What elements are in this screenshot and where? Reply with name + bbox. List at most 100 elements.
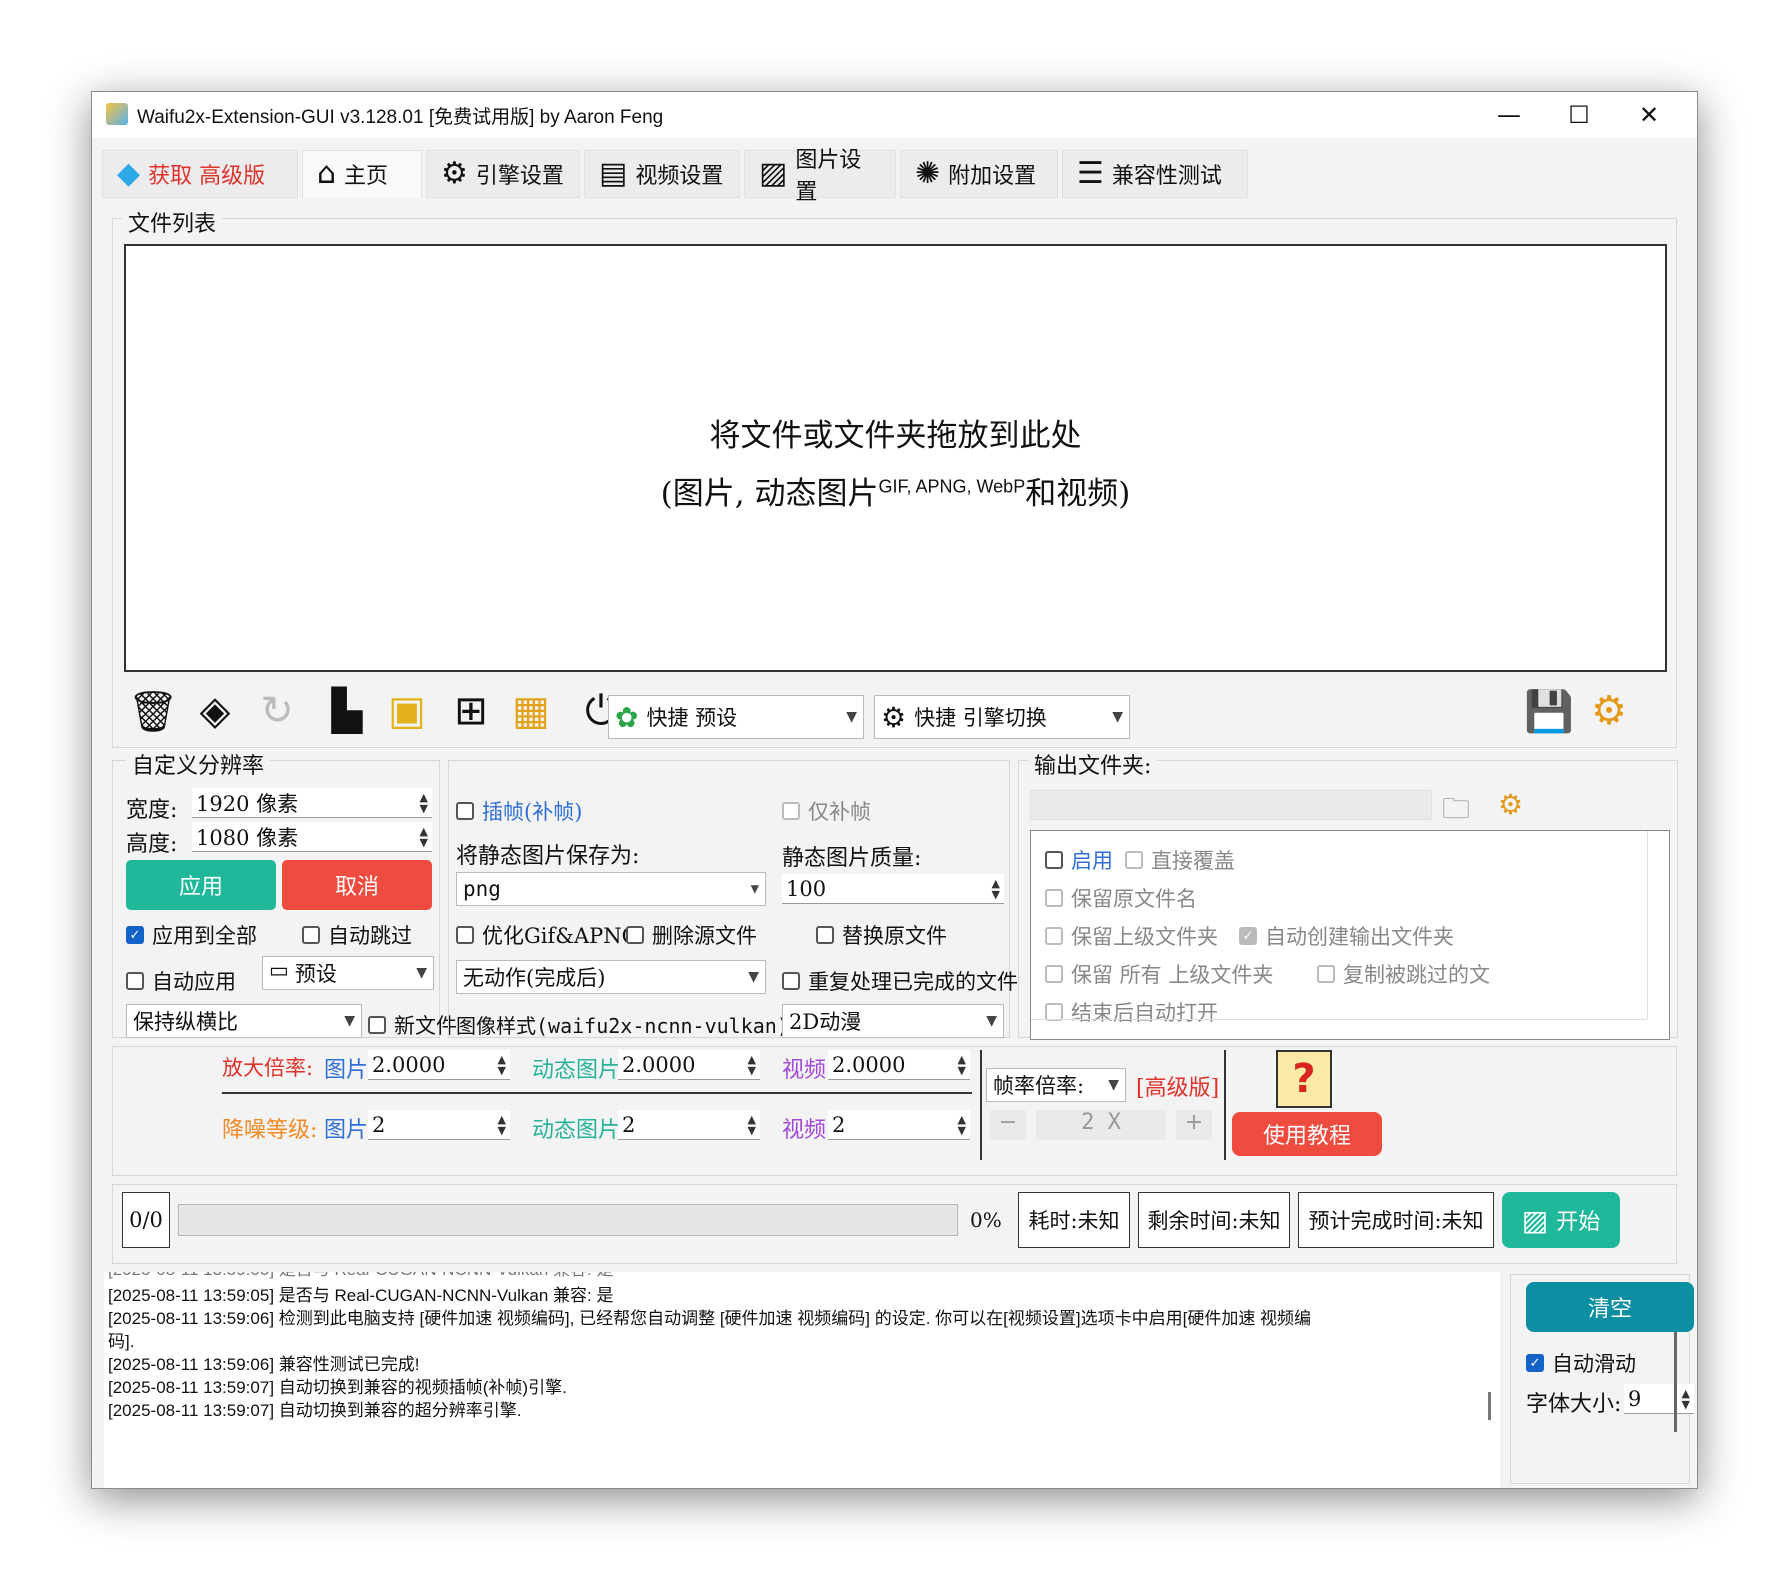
denoise-video-spinbox[interactable]: 2 ▲ ▼ bbox=[828, 1110, 970, 1140]
fps-multiplier-select[interactable]: 帧率倍率: ▼ bbox=[986, 1068, 1126, 1102]
auto-create-checkbox[interactable]: ✓ 自动创建输出文件夹 bbox=[1239, 921, 1454, 951]
apply-all-checkbox[interactable]: ✓ 应用到全部 bbox=[126, 920, 257, 950]
quick-engine-select[interactable]: ⚙ 快捷 引擎切换 ▼ bbox=[874, 695, 1130, 739]
spin-arrows-icon[interactable]: ▲ ▼ bbox=[420, 792, 428, 814]
scale-factor-row: 放大倍率: bbox=[222, 1056, 314, 1080]
spin-arrows-icon[interactable]: ▲ ▼ bbox=[992, 878, 1000, 900]
tab-engine-settings[interactable]: ⚙ 引擎设置 bbox=[426, 150, 580, 198]
start-button[interactable]: ▨ 开始 bbox=[1502, 1192, 1620, 1248]
spin-arrows-icon[interactable]: ▲ ▼ bbox=[498, 1114, 506, 1136]
add-folder-button[interactable]: ▦ bbox=[504, 682, 558, 740]
help-question-icon[interactable]: ? bbox=[1276, 1050, 1332, 1108]
interp-only-checkbox[interactable]: 仅补帧 bbox=[782, 796, 871, 826]
progress-bar bbox=[178, 1204, 958, 1236]
keep-all-parent-checkbox[interactable]: 保留 所有 上级文件夹 bbox=[1045, 959, 1273, 989]
width-spinbox[interactable]: 1920 像素 ▲ ▼ bbox=[192, 788, 432, 818]
close-button[interactable]: ✕ bbox=[1614, 92, 1684, 138]
file-drop-zone[interactable]: 将文件或文件夹拖放到此处 (图片, 动态图片GIF, APNG, WebP和视频… bbox=[124, 244, 1667, 672]
quick-preset-select[interactable]: ✿ 快捷 预设 ▼ bbox=[608, 695, 864, 739]
overwrite-checkbox[interactable]: 直接覆盖 bbox=[1125, 845, 1235, 875]
tab-get-premium[interactable]: ◆ 获取 高级版 bbox=[102, 150, 298, 198]
scale-video-spinbox[interactable]: 2.0000 ▲ ▼ bbox=[828, 1050, 970, 1080]
load-list-button[interactable]: ▣ bbox=[380, 682, 434, 740]
browse-folder-icon[interactable]: 🗀 bbox=[1442, 788, 1470, 836]
spin-arrows-icon[interactable]: ▲ ▼ bbox=[498, 1054, 506, 1076]
keep-name-checkbox[interactable]: 保留原文件名 bbox=[1045, 883, 1197, 913]
replace-source-checkbox[interactable]: 替换原文件 bbox=[816, 920, 947, 950]
output-enable-checkbox[interactable]: 启用 bbox=[1045, 845, 1113, 875]
file-save-icon: ▙ bbox=[331, 688, 363, 734]
denoise-animated-label: 动态图片 bbox=[532, 1118, 621, 1143]
minimize-button[interactable]: — bbox=[1474, 92, 1544, 138]
spin-arrows-icon[interactable]: ▲ ▼ bbox=[748, 1114, 756, 1136]
log-line: [2025-08-11 13:59:06] 兼容性测试已完成! bbox=[108, 1355, 420, 1374]
scale-image-spinbox[interactable]: 2.0000 ▲ ▼ bbox=[368, 1050, 510, 1080]
scale-animated-spinbox[interactable]: 2.0000 ▲ ▼ bbox=[618, 1050, 760, 1080]
delete-source-checkbox[interactable]: 删除源文件 bbox=[626, 920, 757, 950]
maximize-button[interactable]: ☐ bbox=[1544, 92, 1614, 138]
log-line: [2025-08-11 13:59:05] 是否与 Real-CUGAN-NCN… bbox=[108, 1286, 614, 1305]
auto-scroll-checkbox[interactable]: ✓ 自动滑动 bbox=[1526, 1348, 1636, 1378]
horizontal-scrollbar[interactable] bbox=[1031, 1019, 1647, 1039]
drop-hint-title: 将文件或文件夹拖放到此处 bbox=[709, 418, 1082, 454]
save-settings-button[interactable]: 💾 bbox=[1522, 682, 1576, 740]
height-spinbox[interactable]: 1080 像素 ▲ ▼ bbox=[192, 822, 432, 852]
spin-arrows-icon[interactable]: ▲ ▼ bbox=[420, 826, 428, 848]
tutorial-button[interactable]: 使用教程 bbox=[1232, 1112, 1382, 1156]
log-panel: [2025-08-11 13:59:05] 是否与 Real-CUGAN-NCN… bbox=[104, 1272, 1500, 1488]
tab-video-settings[interactable]: ▤ 视频设置 bbox=[584, 150, 740, 198]
aspect-ratio-select[interactable]: 保持纵横比 ▼ bbox=[126, 1004, 362, 1038]
spin-arrows-icon[interactable]: ▲ ▼ bbox=[748, 1054, 756, 1076]
keep-parent-checkbox[interactable]: 保留上级文件夹 bbox=[1045, 921, 1218, 951]
denoise-image-spinbox[interactable]: 2 ▲ ▼ bbox=[368, 1110, 510, 1140]
after-action-select[interactable]: 无动作(完成后) ▼ bbox=[456, 960, 766, 994]
tab-compat-test[interactable]: ☰ 兼容性测试 bbox=[1062, 150, 1248, 198]
spin-arrows-icon[interactable]: ▲ ▼ bbox=[958, 1054, 966, 1076]
denoise-image-label: 图片 bbox=[324, 1118, 369, 1143]
font-size-spinbox[interactable]: 9 ▲ ▼ bbox=[1624, 1384, 1694, 1414]
tab-home[interactable]: ⌂ 主页 bbox=[302, 150, 422, 198]
settings-button[interactable]: ⚙ bbox=[1582, 682, 1636, 740]
cancel-res-button[interactable]: 取消 bbox=[282, 860, 432, 910]
output-folder-input[interactable] bbox=[1030, 790, 1432, 820]
log-controls-scrollbar[interactable] bbox=[1674, 1332, 1677, 1432]
denoise-animated-spinbox[interactable]: 2 ▲ ▼ bbox=[618, 1110, 760, 1140]
res-preset-select[interactable]: ▭ 预设 ▼ bbox=[262, 956, 434, 990]
home-icon: ⌂ bbox=[317, 156, 337, 191]
engine-gear-icon: ⚙ bbox=[881, 700, 907, 734]
remove-file-button[interactable]: 🗑 bbox=[126, 682, 180, 740]
image-style-select[interactable]: 2D动漫 ▼ bbox=[782, 1004, 1004, 1038]
auto-skip-checkbox[interactable]: 自动跳过 bbox=[302, 920, 412, 950]
quality-label: 静态图片质量: bbox=[782, 846, 922, 871]
window-title: Waifu2x-Extension-GUI v3.128.01 [免费试用版] … bbox=[137, 107, 664, 128]
save-format-select[interactable]: png ▼ bbox=[456, 872, 766, 906]
tab-bar: ◆ 获取 高级版 ⌂ 主页 ⚙ 引擎设置 ▤ 视频设置 ▨ 图片设置 ✺ 附加设… bbox=[102, 148, 1252, 205]
log-scrollbar[interactable] bbox=[1488, 1392, 1491, 1420]
open-folder-icon[interactable]: ⚙ bbox=[1498, 788, 1523, 821]
auto-apply-checkbox[interactable]: 自动应用 bbox=[126, 966, 236, 996]
spin-arrows-icon[interactable]: ▲ ▼ bbox=[958, 1114, 966, 1136]
vertical-scrollbar[interactable] bbox=[1647, 831, 1669, 1019]
progress-percent: 0% bbox=[970, 1208, 1002, 1232]
output-folder-label: 输出文件夹: bbox=[1028, 748, 1158, 780]
fps-plus-button[interactable]: + bbox=[1176, 1110, 1212, 1140]
save-list-button[interactable]: ▙ bbox=[320, 682, 374, 740]
spin-arrows-icon[interactable]: ▲ ▼ bbox=[1682, 1388, 1690, 1410]
apply-res-button[interactable]: 应用 bbox=[126, 860, 276, 910]
add-image-button[interactable]: ⊞ bbox=[444, 682, 498, 740]
tab-extra-settings[interactable]: ✺ 附加设置 bbox=[900, 150, 1058, 198]
quality-spinbox[interactable]: 100 ▲ ▼ bbox=[782, 874, 1004, 904]
fps-minus-button[interactable]: − bbox=[990, 1110, 1026, 1140]
scale-video-label: 视频 bbox=[782, 1058, 827, 1083]
tab-image-settings[interactable]: ▨ 图片设置 bbox=[744, 148, 896, 205]
chevron-down-icon: ▼ bbox=[1112, 709, 1123, 725]
optimize-gif-checkbox[interactable]: 优化Gif&APNG bbox=[456, 920, 638, 950]
new-file-checkbox[interactable]: 新文件 bbox=[368, 1010, 457, 1040]
interpolation-checkbox[interactable]: 插帧(补帧) bbox=[456, 796, 582, 826]
clear-log-button[interactable]: 清空 bbox=[1526, 1282, 1694, 1332]
reload-button[interactable]: ↻ bbox=[250, 682, 304, 740]
app-icon bbox=[106, 103, 128, 125]
reprocess-checkbox[interactable]: 重复处理已完成的文件 bbox=[782, 966, 1018, 996]
clear-list-button[interactable]: ◈ bbox=[188, 682, 242, 740]
copy-skipped-checkbox[interactable]: 复制被跳过的文 bbox=[1317, 959, 1490, 989]
